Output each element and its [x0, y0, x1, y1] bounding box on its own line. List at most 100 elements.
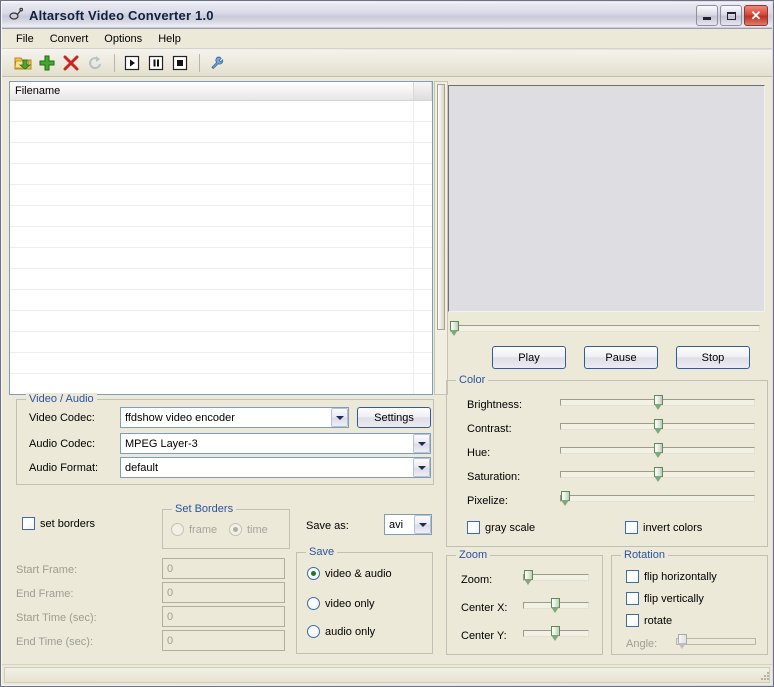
- video-audio-group-title: Video / Audio: [26, 393, 97, 405]
- open-folder-icon[interactable]: [12, 52, 34, 74]
- set-borders-group: Set Borders frame time: [162, 503, 290, 549]
- end-time-input[interactable]: 0: [162, 630, 285, 651]
- audio-codec-select[interactable]: MPEG Layer-3: [120, 433, 431, 454]
- center-y-slider[interactable]: [523, 626, 589, 642]
- stop-button[interactable]: Stop: [676, 346, 750, 369]
- pixelize-label: Pixelize:: [467, 495, 508, 507]
- play-icon[interactable]: [121, 52, 143, 74]
- zoom-slider[interactable]: [523, 570, 589, 586]
- application-window: Altarsoft Video Converter 1.0 ✕ File Con…: [0, 0, 774, 687]
- add-file-icon[interactable]: [36, 52, 58, 74]
- brightness-label: Brightness:: [467, 399, 523, 411]
- table-row[interactable]: [10, 101, 432, 122]
- table-row[interactable]: [10, 311, 432, 332]
- rotation-group: Rotation flip horizontally flip vertical…: [611, 549, 768, 655]
- invert-colors-checkbox[interactable]: invert colors: [625, 521, 702, 534]
- radio-video-audio-label: video & audio: [325, 567, 392, 580]
- seek-thumb[interactable]: [450, 321, 459, 337]
- end-frame-input[interactable]: 0: [162, 582, 285, 603]
- table-row[interactable]: [10, 185, 432, 206]
- table-row[interactable]: [10, 374, 432, 394]
- slider-thumb[interactable]: [654, 443, 663, 459]
- pixelize-slider[interactable]: [560, 491, 755, 507]
- scrollbar-thumb[interactable]: [437, 84, 445, 330]
- save-as-label: Save as:: [306, 520, 349, 532]
- video-codec-select[interactable]: ffdshow video encoder: [120, 407, 349, 428]
- brightness-slider[interactable]: [560, 395, 755, 411]
- slider-thumb[interactable]: [561, 491, 570, 507]
- video-audio-group: Video / Audio Video Codec: ffdshow video…: [16, 393, 434, 485]
- table-row[interactable]: [10, 227, 432, 248]
- video-settings-button[interactable]: Settings: [357, 407, 431, 428]
- table-row[interactable]: [10, 332, 432, 353]
- table-row[interactable]: [10, 164, 432, 185]
- center-x-label: Center X:: [461, 602, 508, 614]
- radio-audio-only[interactable]: audio only: [307, 625, 375, 638]
- radio-circle: [307, 625, 320, 638]
- play-button[interactable]: Play: [492, 346, 566, 369]
- slider-thumb: [678, 634, 687, 650]
- minimize-button[interactable]: [696, 5, 718, 26]
- radio-time[interactable]: time: [229, 523, 268, 536]
- table-row[interactable]: [10, 248, 432, 269]
- menu-file[interactable]: File: [8, 31, 42, 47]
- app-icon: [8, 7, 24, 23]
- close-button[interactable]: ✕: [744, 5, 768, 26]
- pause-button[interactable]: Pause: [584, 346, 658, 369]
- radio-video-audio[interactable]: video & audio: [307, 567, 392, 580]
- file-list[interactable]: Filename: [9, 81, 433, 395]
- close-icon: ✕: [750, 8, 762, 23]
- stop-icon[interactable]: [169, 52, 191, 74]
- table-row[interactable]: [10, 143, 432, 164]
- slider-thumb[interactable]: [654, 395, 663, 411]
- table-row[interactable]: [10, 269, 432, 290]
- slider-thumb[interactable]: [551, 626, 560, 642]
- saturation-slider[interactable]: [560, 467, 755, 483]
- menu-options[interactable]: Options: [96, 31, 150, 47]
- center-x-slider[interactable]: [523, 598, 589, 614]
- menu-help[interactable]: Help: [150, 31, 189, 47]
- chevron-down-icon[interactable]: [413, 434, 430, 453]
- resize-grip[interactable]: [758, 671, 770, 683]
- slider-thumb[interactable]: [654, 467, 663, 483]
- angle-slider: [676, 634, 756, 650]
- radio-frame[interactable]: frame: [171, 523, 217, 536]
- menu-convert[interactable]: Convert: [42, 31, 97, 47]
- slider-thumb[interactable]: [524, 570, 533, 586]
- table-row[interactable]: [10, 353, 432, 374]
- remove-file-icon[interactable]: [60, 52, 82, 74]
- flip-vertically-checkbox[interactable]: flip vertically: [626, 592, 704, 605]
- chevron-down-icon[interactable]: [331, 408, 348, 427]
- audio-format-select[interactable]: default: [120, 457, 431, 478]
- video-preview[interactable]: [448, 85, 765, 312]
- table-row[interactable]: [10, 290, 432, 311]
- slider-thumb[interactable]: [551, 598, 560, 614]
- start-time-input[interactable]: 0: [162, 606, 285, 627]
- gray-scale-checkbox[interactable]: gray scale: [467, 521, 535, 534]
- chevron-down-icon[interactable]: [413, 458, 430, 477]
- hue-slider[interactable]: [560, 443, 755, 459]
- rotate-checkbox[interactable]: rotate: [626, 614, 672, 627]
- save-as-select[interactable]: avi: [384, 514, 432, 535]
- set-borders-checkbox[interactable]: set borders: [22, 517, 95, 530]
- saturation-label: Saturation:: [467, 471, 521, 483]
- settings-wrench-icon[interactable]: [206, 52, 228, 74]
- flip-horizontally-checkbox[interactable]: flip horizontally: [626, 570, 717, 583]
- checkbox-box: [626, 592, 639, 605]
- slider-thumb[interactable]: [654, 419, 663, 435]
- column-header-extra[interactable]: [414, 82, 432, 100]
- contrast-slider[interactable]: [560, 419, 755, 435]
- audio-format-value: default: [125, 461, 159, 474]
- file-list-body[interactable]: [10, 101, 432, 394]
- table-row[interactable]: [10, 206, 432, 227]
- maximize-button[interactable]: [720, 5, 742, 26]
- color-group-title: Color: [456, 374, 489, 386]
- radio-video-only[interactable]: video only: [307, 597, 375, 610]
- seek-slider[interactable]: [450, 321, 760, 337]
- table-row[interactable]: [10, 122, 432, 143]
- pause-icon[interactable]: [145, 52, 167, 74]
- center-y-label: Center Y:: [461, 630, 507, 642]
- chevron-down-icon[interactable]: [414, 515, 431, 534]
- start-frame-input[interactable]: 0: [162, 558, 285, 579]
- column-header-filename[interactable]: Filename: [10, 82, 414, 100]
